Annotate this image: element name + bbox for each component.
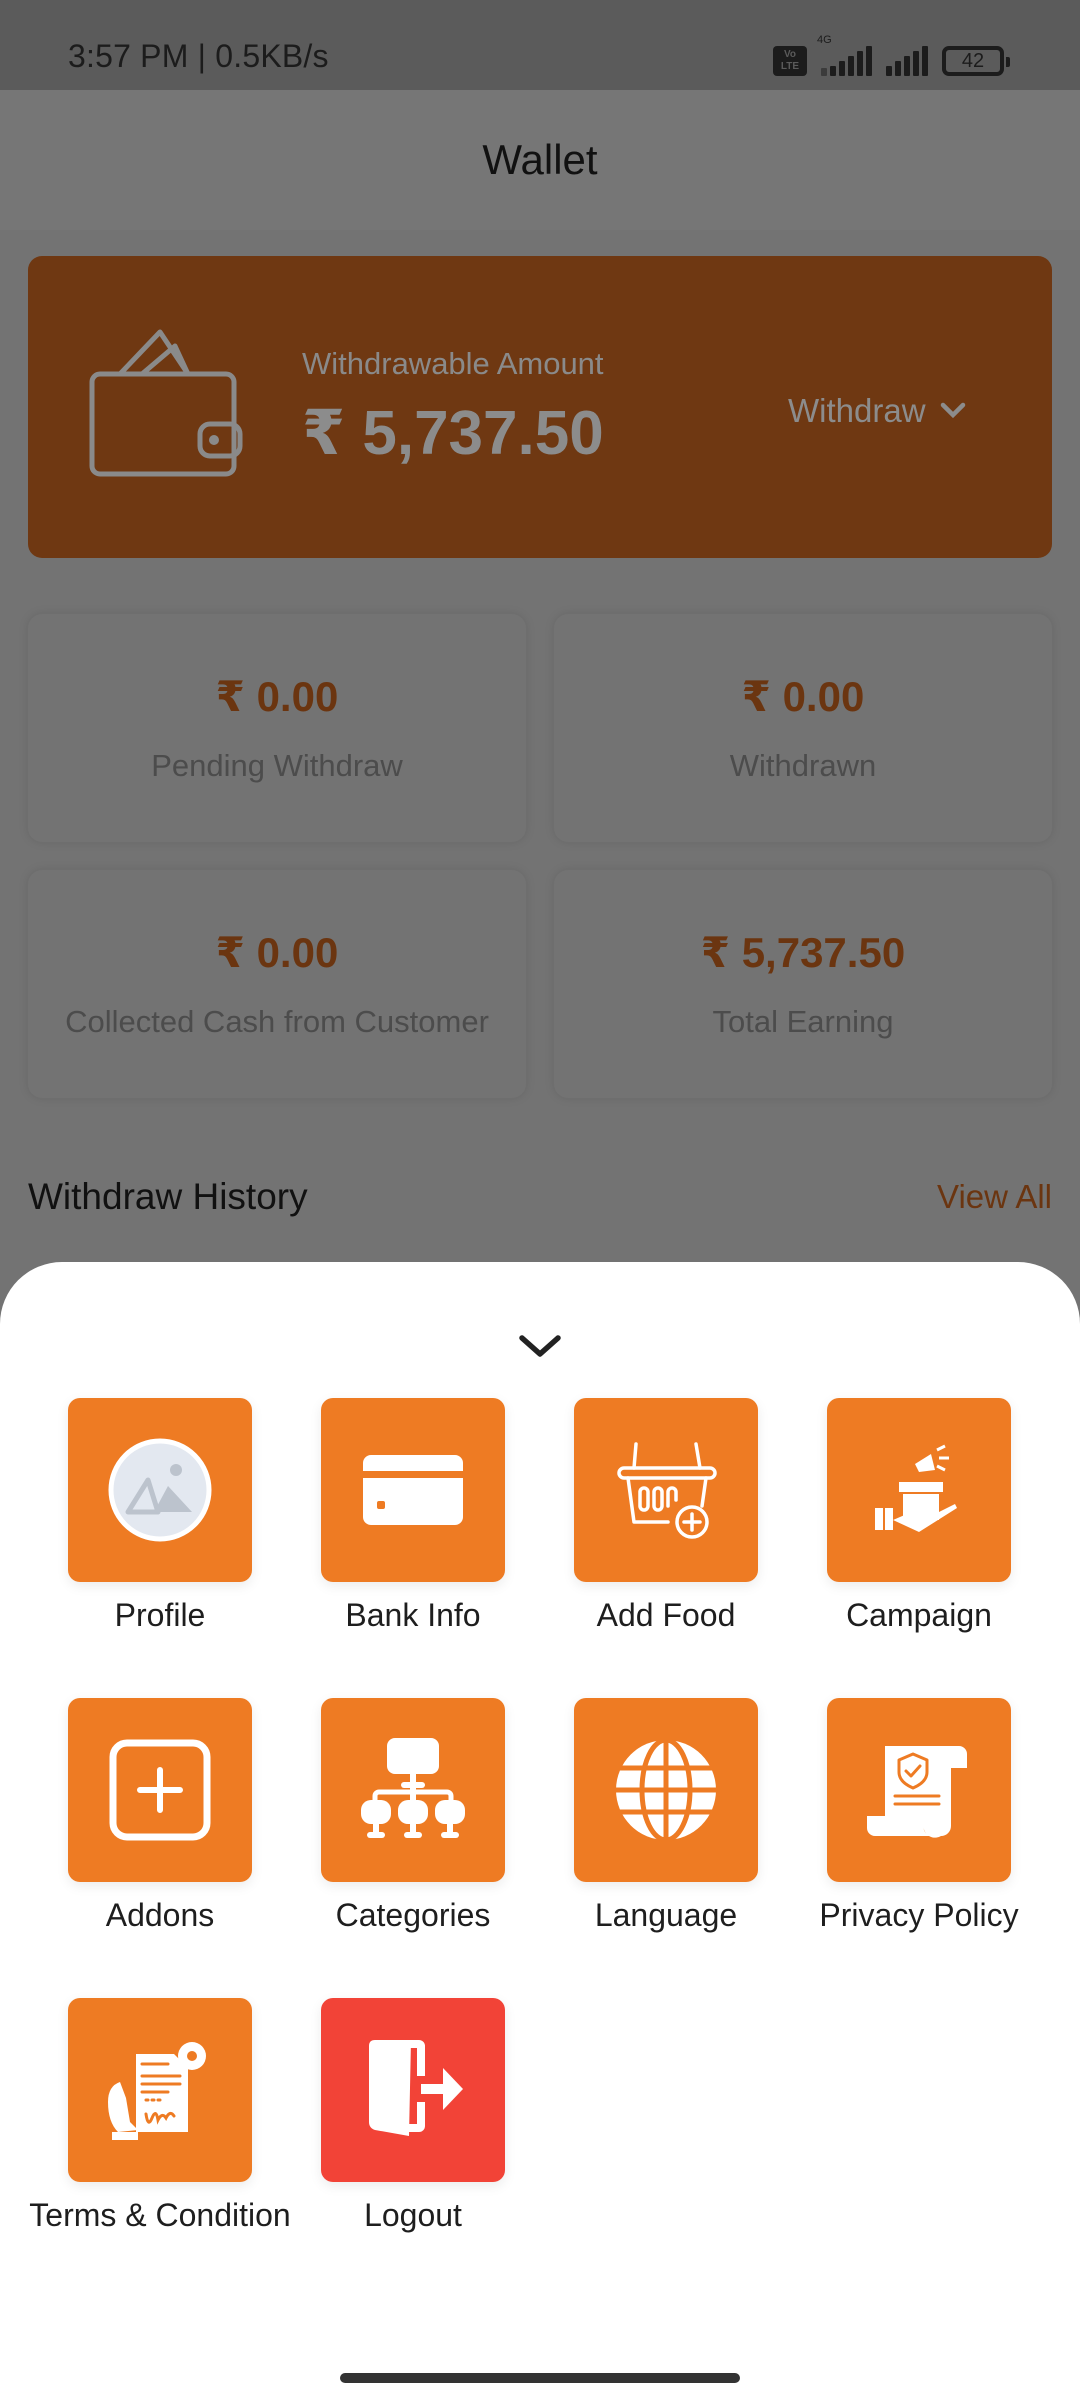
stat-card-collected-cash: ₹ 0.00 Collected Cash from Customer [28,870,526,1098]
status-bar: 3:57 PM | 0.5KB/s Vo LTE 4G 42 [0,0,1080,90]
menu-item-add-food[interactable]: Add Food [574,1398,758,1633]
stat-card-total-earning: ₹ 5,737.50 Total Earning [554,870,1052,1098]
stat-card-withdrawn: ₹ 0.00 Withdrawn [554,614,1052,842]
add-square-icon [109,1739,211,1841]
stat-value: ₹ 5,737.50 [700,929,906,976]
globe-icon [614,1738,718,1842]
menu-item-label: Campaign [846,1597,992,1633]
signal-icon-sim1: 4G [817,34,872,76]
menu-item-label: Logout [364,2197,462,2233]
view-all-link[interactable]: View All [937,1178,1052,1216]
withdrawable-amount-label: Withdrawable Amount [302,346,604,381]
withdrawable-amount-card: Withdrawable Amount ₹ 5,737.50 Withdraw [28,256,1052,558]
menu-bottom-sheet: Profile Bank Info Add Food Campaign Addo… [0,1262,1080,2400]
stat-label: Total Earning [712,1004,894,1039]
withdrawable-amount-value: ₹ 5,737.50 [302,399,604,468]
terms-document-icon [108,2042,206,2140]
logout-door-icon [369,2040,463,2136]
app-bar: Wallet [0,90,1080,230]
menu-item-language[interactable]: Language [574,1698,758,1933]
menu-item-categories[interactable]: Categories [321,1698,505,1933]
campaign-icon [875,1444,957,1532]
menu-item-addons[interactable]: Addons [68,1698,252,1933]
stat-label: Withdrawn [729,748,877,783]
withdraw-label: Withdraw [788,392,926,429]
battery-level: 42 [961,49,985,72]
profile-image-icon [108,1438,212,1542]
signal-icon-sim2 [886,46,928,76]
stat-card-pending-withdraw: ₹ 0.00 Pending Withdraw [28,614,526,842]
status-time: 3:57 PM | 0.5KB/s [68,38,329,74]
stat-value: ₹ 0.00 [215,929,339,976]
chevron-down-icon[interactable] [510,1324,570,1368]
basket-add-icon [617,1442,717,1539]
privacy-policy-icon [867,1746,967,1838]
stat-value: ₹ 0.00 [215,673,339,720]
credit-card-icon [363,1455,463,1525]
stat-label: Collected Cash from Customer [65,1004,489,1039]
chevron-down-icon [940,402,965,419]
wallet-icon [89,329,243,477]
page-title: Wallet [482,136,598,183]
home-indicator[interactable] [340,2373,740,2383]
withdraw-history-title: Withdraw History [28,1176,308,1217]
network-type: 4G [817,34,832,46]
menu-item-terms-condition[interactable]: Terms & Condition [29,1998,291,2233]
menu-item-logout[interactable]: Logout [321,1998,505,2233]
volte-icon: Vo LTE [773,46,807,76]
menu-item-profile[interactable]: Profile [68,1398,252,1633]
withdraw-button[interactable]: Withdraw [788,386,966,436]
menu-item-label: Privacy Policy [819,1897,1019,1933]
stat-label: Pending Withdraw [151,748,403,783]
stat-value: ₹ 0.00 [741,673,865,720]
status-icons: Vo LTE 4G 42 [773,34,1010,76]
hierarchy-icon [361,1738,465,1838]
menu-item-campaign[interactable]: Campaign [827,1398,1011,1633]
battery-icon: 42 [942,46,1010,76]
menu-item-privacy-policy[interactable]: Privacy Policy [819,1698,1019,1933]
menu-item-bank-info[interactable]: Bank Info [321,1398,505,1633]
